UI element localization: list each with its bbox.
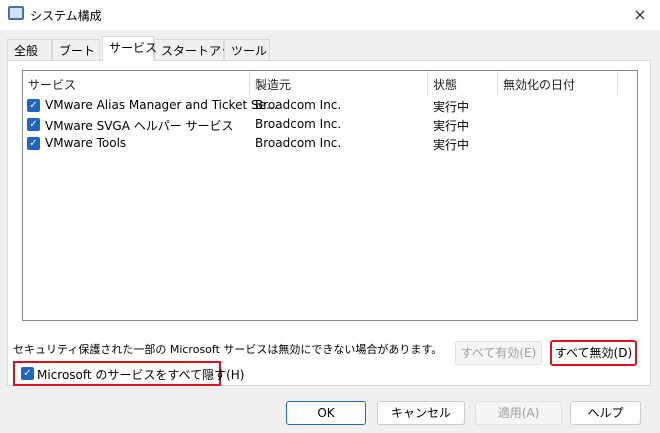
hide-ms-services-checkbox[interactable]: ✓ (21, 367, 34, 380)
close-icon[interactable]: × (620, 0, 660, 30)
help-button[interactable]: ヘルプ (570, 401, 641, 425)
column-divider[interactable] (427, 71, 428, 95)
column-header-service[interactable]: サービス (28, 76, 76, 93)
service-status: 実行中 (433, 119, 470, 133)
window-title: システム構成 (30, 9, 102, 23)
service-maker: Broadcom Inc. (255, 98, 342, 112)
service-status: 実行中 (433, 138, 470, 152)
tab-services[interactable]: サービス (102, 36, 157, 61)
cancel-button[interactable]: キャンセル (377, 401, 465, 425)
tab-general[interactable]: 全般 (7, 39, 52, 60)
service-name: VMware Alias Manager and Ticket Se... (45, 98, 278, 112)
column-divider[interactable] (617, 71, 618, 95)
tab-tools[interactable]: ツール (224, 39, 270, 60)
row-checkbox[interactable]: ✓ (27, 118, 40, 131)
ok-button[interactable]: OK (286, 401, 366, 425)
column-divider[interactable] (249, 71, 250, 95)
ms-services-note: セキュリティ保護された一部の Microsoft サービスは無効にできない場合が… (13, 343, 443, 356)
table-row[interactable]: ✓ VMware Alias Manager and Ticket Se... … (27, 96, 627, 115)
row-checkbox[interactable]: ✓ (27, 99, 40, 112)
column-header-maker[interactable]: 製造元 (255, 76, 291, 93)
service-status: 実行中 (433, 100, 470, 114)
column-header-status[interactable]: 状態 (433, 76, 457, 93)
enable-all-button[interactable]: すべて有効(E) (455, 341, 542, 365)
service-maker: Broadcom Inc. (255, 117, 342, 131)
hide-ms-services-label[interactable]: Microsoft のサービスをすべて隠す(H) (37, 366, 245, 383)
disable-all-button[interactable]: すべて無効(D) (550, 340, 637, 366)
service-name: VMware Tools (45, 136, 127, 150)
tab-startup[interactable]: スタートアップ (154, 39, 245, 60)
column-divider[interactable] (497, 71, 498, 95)
service-name: VMware SVGA ヘルパー サービス (45, 119, 234, 133)
system-config-icon (8, 6, 24, 20)
row-checkbox[interactable]: ✓ (27, 137, 40, 150)
tab-boot[interactable]: ブート (52, 39, 100, 60)
service-maker: Broadcom Inc. (255, 136, 342, 150)
table-row[interactable]: ✓ VMware SVGA ヘルパー サービス Broadcom Inc. 実行… (27, 115, 627, 134)
apply-button[interactable]: 適用(A) (475, 401, 562, 425)
table-row[interactable]: ✓ VMware Tools Broadcom Inc. 実行中 (27, 134, 627, 153)
column-header-disabled-date[interactable]: 無効化の日付 (503, 76, 575, 93)
